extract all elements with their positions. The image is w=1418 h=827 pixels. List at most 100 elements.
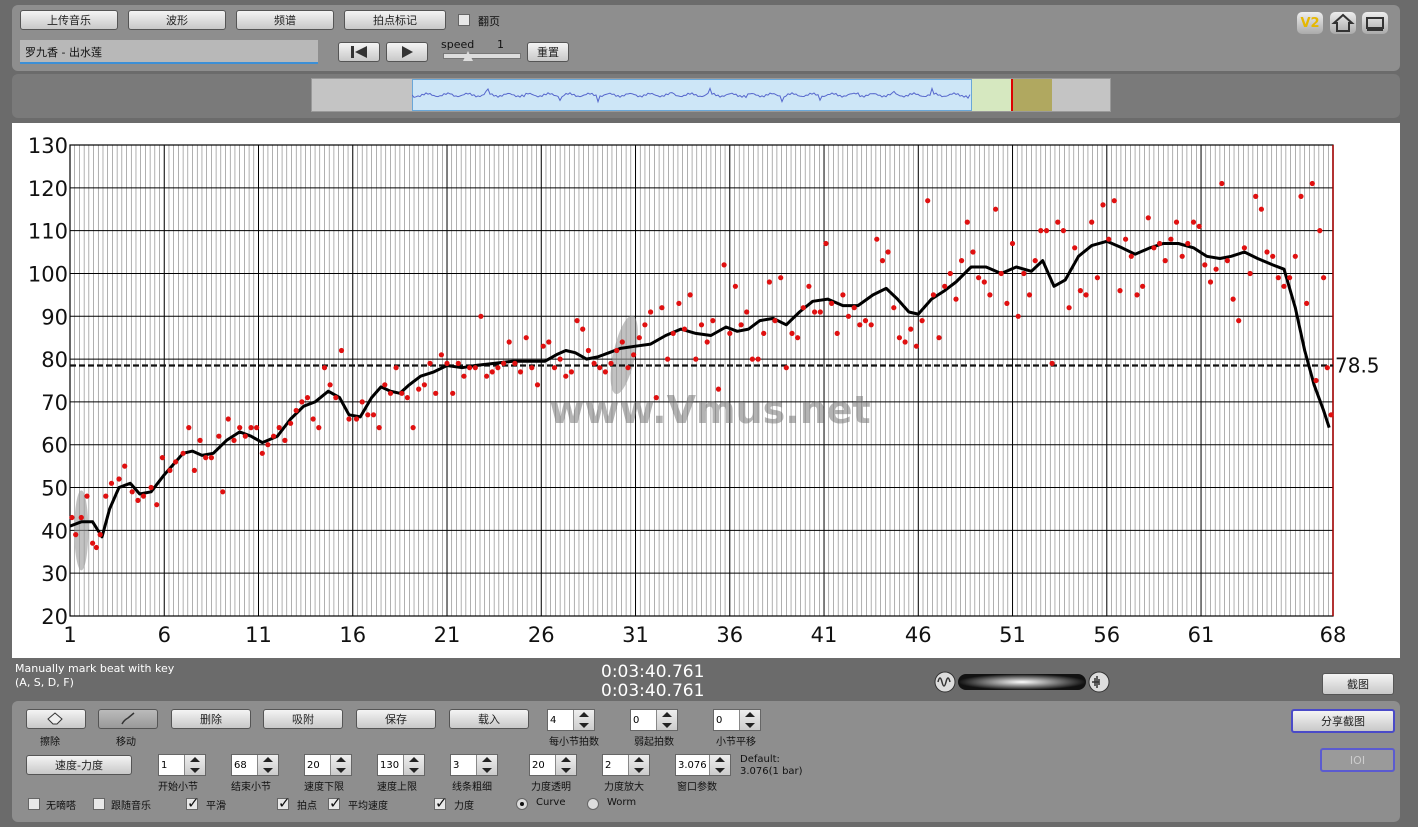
window-arrows[interactable] [709,755,730,775]
song-title-field[interactable]: 罗九香 - 出水莲 [20,40,318,64]
waveform-button[interactable]: 波形 [128,10,226,30]
beat-point [789,330,795,336]
beat-point [523,335,529,341]
beat-point [316,425,322,431]
save-button[interactable]: 保存 [356,709,436,729]
beat-point [1253,193,1259,199]
overview-window[interactable] [1012,79,1052,111]
erase-button[interactable] [26,709,86,729]
beat-point [220,489,226,495]
line-width-stepper[interactable] [450,754,498,776]
move-button[interactable] [98,709,158,729]
beat-point [393,365,399,371]
speed-low-arrows[interactable] [330,755,351,775]
beat-point [930,292,937,298]
speed-value: 1 [497,38,504,51]
line-width-arrows[interactable] [476,755,497,775]
x-tick-label: 11 [245,623,272,647]
beat-point [1021,270,1027,277]
reset-button[interactable]: 重置 [527,42,569,62]
beat-mark-button[interactable]: 拍点标记 [344,10,446,30]
load-button[interactable]: 载入 [449,709,529,729]
end-bar-arrows[interactable] [257,755,278,775]
speed-low-stepper[interactable] [304,754,352,776]
song-title-text: 罗九香 - 出水莲 [25,46,102,59]
worm-radio[interactable] [587,798,599,810]
beat-point [591,360,597,366]
beats-per-bar-arrows[interactable] [573,710,594,730]
beat-point [1123,236,1129,242]
beat-point [1247,270,1253,277]
overview-waveform[interactable] [311,78,1111,112]
start-bar-arrows[interactable] [184,755,205,775]
beat-point [1275,275,1281,281]
beat-point [1258,206,1264,212]
window-input[interactable] [676,755,712,775]
prev-button[interactable] [338,42,380,62]
dynamics-checkbox[interactable] [434,794,448,812]
delete-button[interactable]: 删除 [171,709,251,729]
window-stepper[interactable] [675,754,731,776]
tempo-chart[interactable]: 1 6 11 16 21 26 31 36 41 46 51 56 61 6820304050607080… [12,123,1400,658]
spectrum-button[interactable]: 频谱 [236,10,334,30]
beat-point [687,292,693,298]
upload-music-button[interactable]: 上传音乐 [20,10,118,30]
upbeat-arrows[interactable] [656,710,677,730]
ioi-button[interactable]: IOI [1320,748,1395,772]
beats-per-bar-stepper[interactable] [547,709,595,731]
speed-high-stepper[interactable] [377,754,425,776]
dyn-alpha-stepper[interactable] [529,754,577,776]
beat-point [812,309,818,315]
tempo-dynamics-button[interactable]: 速度-力度 [26,755,132,775]
beat-point [1032,258,1038,264]
overview-region[interactable] [972,79,1012,111]
beat-points-label: 拍点 [297,801,317,812]
zoom-slider[interactable] [934,671,1110,693]
beat-point [265,442,271,448]
page-turn-checkbox[interactable] [458,14,470,26]
home-button[interactable] [1330,12,1356,34]
upbeat-stepper[interactable] [630,709,678,731]
smooth-checkbox[interactable] [186,794,200,812]
beat-point [597,365,603,371]
bar-shift-arrows[interactable] [739,710,760,730]
beat-point [484,373,490,379]
screenshot-button[interactable]: 截图 [1322,673,1394,695]
speed-slider-handle[interactable] [463,51,473,61]
beat-point [129,489,135,495]
beat-point [97,532,103,538]
beat-point [421,382,427,388]
follow-music-checkbox[interactable] [93,798,105,810]
beat-points-checkbox[interactable] [277,794,291,812]
no-tick-checkbox[interactable] [28,798,40,810]
y-tick-label: 30 [41,562,68,586]
speed-high-arrows[interactable] [403,755,424,775]
skip-back-icon [351,46,367,58]
beat-point [365,412,371,418]
dyn-scale-arrows[interactable] [628,755,649,775]
play-button[interactable] [386,42,428,62]
avg-speed-checkbox[interactable] [328,794,342,812]
speed-slider[interactable] [443,53,521,59]
dyn-alpha-arrows[interactable] [555,755,576,775]
beat-point [1151,245,1157,251]
v2-badge[interactable]: V2 [1297,12,1323,34]
erase-label: 擦除 [40,737,60,748]
beat-point [715,386,722,392]
beat-point [772,318,778,324]
beat-point [472,365,478,371]
beat-point [925,198,931,204]
dyn-scale-stepper[interactable] [602,754,650,776]
share-screenshot-button[interactable]: 分享截图 [1291,709,1395,733]
end-bar-stepper[interactable] [231,754,279,776]
beat-point [749,356,756,362]
snap-button[interactable]: 吸附 [263,709,343,729]
zoom-bar[interactable] [934,671,1110,693]
playhead[interactable] [1011,79,1013,111]
bar-shift-stepper[interactable] [713,709,761,731]
beat-point [710,318,716,324]
start-bar-stepper[interactable] [158,754,206,776]
curve-radio[interactable] [516,798,528,810]
beat-point [271,433,277,439]
fullscreen-button[interactable] [1362,12,1388,34]
